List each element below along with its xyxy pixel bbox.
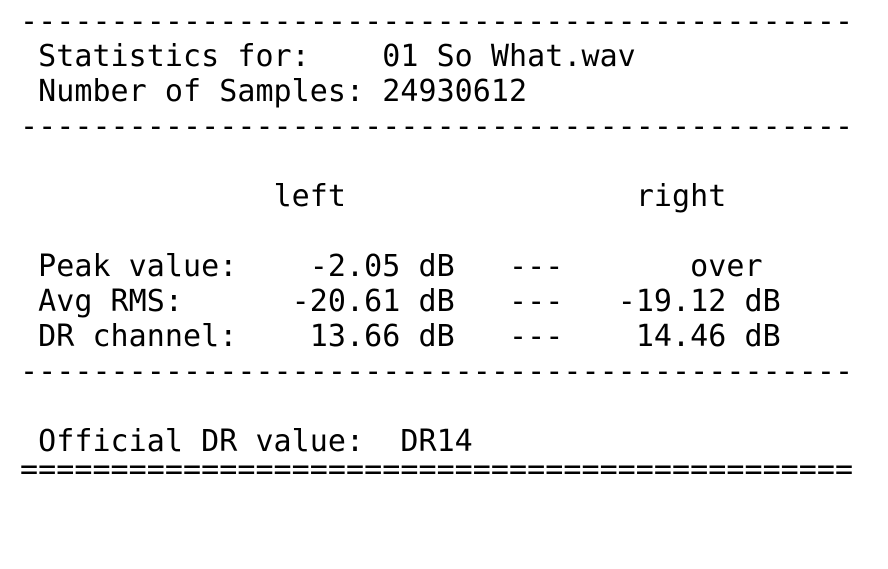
channel-header-row: left right (20, 179, 727, 214)
dr-channel-dashes: --- (454, 319, 618, 354)
avg-rms-left: -20.61 dB (273, 284, 455, 319)
separator-line-top: ----------------------------------------… (20, 4, 854, 39)
table-row: Peak value: -2.05 dB --- over (20, 249, 763, 284)
peak-value-label: Peak value: (20, 249, 274, 284)
channel-header-left: left (273, 179, 347, 214)
statistics-for-label: Statistics for: (20, 39, 383, 74)
channel-header-gap (346, 179, 636, 214)
separator-line-footer: ----------------------------------------… (20, 354, 854, 389)
peak-value-right: over (617, 249, 763, 284)
number-of-samples-label: Number of Samples: (20, 74, 383, 109)
peak-value-left: -2.05 dB (273, 249, 455, 284)
statistics-for-value: 01 So What.wav (382, 39, 636, 74)
peak-value-dashes: --- (454, 249, 618, 284)
number-of-samples-line: Number of Samples: 24930612 (20, 74, 527, 109)
statistics-for-line: Statistics for: 01 So What.wav (20, 39, 636, 74)
separator-line-header: ----------------------------------------… (20, 109, 854, 144)
dr-channel-left: 13.66 dB (273, 319, 455, 354)
table-row: Avg RMS: -20.61 dB --- -19.12 dB (20, 284, 781, 319)
table-row: DR channel: 13.66 dB --- 14.46 dB (20, 319, 781, 354)
dr-report-panel: ----------------------------------------… (0, 0, 888, 569)
channel-header-right: right (635, 179, 727, 214)
dr-channel-label: DR channel: (20, 319, 274, 354)
dr-channel-right: 14.46 dB (617, 319, 781, 354)
separator-line-bottom: ========================================… (20, 452, 854, 487)
avg-rms-right: -19.12 dB (617, 284, 781, 319)
number-of-samples-value: 24930612 (382, 74, 528, 109)
avg-rms-dashes: --- (454, 284, 618, 319)
avg-rms-label: Avg RMS: (20, 284, 274, 319)
channel-header-spacer (20, 179, 274, 214)
